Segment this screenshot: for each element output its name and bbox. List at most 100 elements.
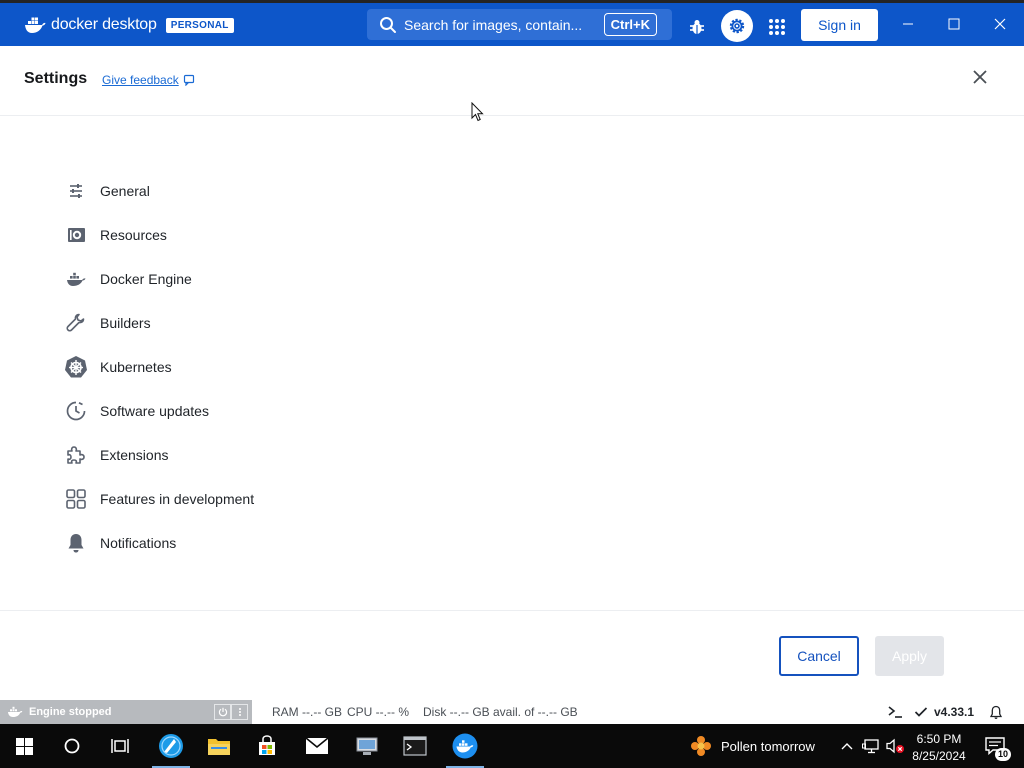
browser-app-icon (159, 734, 183, 758)
sliders-icon (62, 177, 90, 205)
action-center-button[interactable]: 10 (980, 724, 1012, 768)
notifications-button[interactable] (988, 704, 1004, 720)
taskbar-app-file-explorer[interactable] (196, 724, 242, 768)
kubernetes-helm-icon (62, 353, 90, 381)
maximize-icon (948, 18, 960, 30)
close-window-button[interactable] (989, 13, 1011, 35)
footer-divider (0, 610, 1024, 611)
brand-name: docker desktop (51, 16, 157, 33)
plan-badge: PERSONAL (165, 17, 234, 33)
weather-widget-icon[interactable] (688, 724, 714, 768)
weather-widget-text[interactable]: Pollen tomorrow (721, 739, 815, 754)
extensions-grid-button[interactable] (766, 16, 788, 38)
docker-whale-icon (8, 706, 23, 717)
engine-controls (214, 704, 248, 720)
give-feedback-label: Give feedback (102, 73, 179, 87)
network-icon (862, 739, 879, 754)
nav-item-features-in-development[interactable]: Features in development (62, 484, 322, 514)
nav-item-resources[interactable]: Resources (62, 220, 322, 250)
nav-label: Builders (100, 315, 151, 331)
start-button[interactable] (0, 724, 48, 768)
clock-date[interactable]: 8/25/2024 (910, 749, 968, 763)
search-taskbar-button[interactable] (48, 724, 96, 768)
nav-item-extensions[interactable]: Extensions (62, 440, 322, 470)
terminal-app-icon (403, 736, 427, 756)
cancel-button[interactable]: Cancel (779, 636, 859, 676)
clock-update-icon (62, 397, 90, 425)
header-divider (0, 115, 1024, 116)
minimize-button[interactable] (897, 13, 919, 35)
folder-icon (208, 739, 230, 755)
taskbar-app-browser[interactable] (148, 724, 194, 768)
chevron-up-icon (841, 743, 853, 750)
bell-icon (989, 705, 1003, 719)
nav-label: Kubernetes (100, 359, 172, 375)
show-hidden-icons-button[interactable] (838, 724, 856, 768)
bug-icon (690, 20, 704, 34)
nav-label: Features in development (100, 491, 255, 507)
resources-disk-icon (62, 221, 90, 249)
gear-icon (729, 18, 745, 34)
nav-label: Extensions (100, 447, 169, 463)
nav-label: Notifications (100, 535, 177, 551)
nav-item-kubernetes[interactable]: Kubernetes (62, 352, 322, 382)
task-view-icon (111, 739, 129, 753)
nav-label: General (100, 183, 150, 199)
nav-label: Docker Engine (100, 271, 192, 287)
task-view-button[interactable] (96, 724, 144, 768)
engine-power-button[interactable] (214, 704, 231, 720)
nav-label: Resources (100, 227, 167, 243)
nav-item-builders[interactable]: Builders (62, 308, 322, 338)
power-icon (218, 707, 227, 717)
mail-icon (305, 737, 329, 754)
status-bar: Engine stopped RAM --.-- GB CPU --.-- % … (0, 700, 1024, 724)
taskbar-app-docker-desktop[interactable] (442, 724, 488, 768)
troubleshoot-bug-button[interactable] (686, 16, 708, 38)
close-icon (994, 18, 1006, 30)
nav-label: Software updates (100, 403, 209, 419)
os-taskbar: Pollen tomorrow 6:50 PM 8/25/2024 10 (0, 724, 1024, 768)
volume-tray-button[interactable] (884, 724, 906, 768)
give-feedback-link[interactable]: Give feedback (102, 73, 195, 87)
cortana-circle-icon (64, 738, 80, 754)
search-icon (380, 16, 396, 33)
close-settings-button[interactable] (970, 67, 990, 87)
docker-whale-icon (25, 17, 46, 33)
checkmark-icon (914, 707, 928, 717)
maximize-button[interactable] (943, 13, 965, 35)
engine-status[interactable]: Engine stopped (0, 700, 252, 724)
nav-item-docker-engine[interactable]: Docker Engine (62, 264, 322, 294)
bell-icon (62, 529, 90, 557)
network-tray-button[interactable] (860, 724, 882, 768)
clock-time[interactable]: 6:50 PM (914, 732, 964, 746)
app-header: docker desktop PERSONAL Search for image… (0, 0, 1024, 46)
settings-button[interactable] (721, 10, 753, 42)
wrench-icon (62, 309, 90, 337)
taskbar-app-terminal[interactable] (392, 724, 438, 768)
nav-item-notifications[interactable]: Notifications (62, 528, 322, 558)
puzzle-icon (62, 441, 90, 469)
apply-button[interactable]: Apply (875, 636, 944, 676)
terminal-button[interactable] (886, 704, 904, 720)
nav-item-software-updates[interactable]: Software updates (62, 396, 322, 426)
close-icon (973, 70, 987, 84)
speaker-muted-icon (886, 738, 904, 754)
taskbar-app-system[interactable] (344, 724, 390, 768)
store-bag-icon (259, 735, 275, 755)
app-version[interactable]: v4.33.1 (934, 705, 974, 719)
grid-squares-icon (62, 485, 90, 513)
ram-usage: RAM --.-- GB (272, 705, 342, 719)
up-to-date-indicator (914, 705, 928, 719)
search-bar[interactable]: Search for images, contain... Ctrl+K (367, 9, 672, 40)
engine-menu-button[interactable] (231, 704, 248, 720)
pollen-flower-icon (691, 736, 711, 756)
more-vertical-icon (238, 708, 241, 716)
docker-logo: docker desktop PERSONAL (24, 14, 234, 36)
sign-in-button[interactable]: Sign in (801, 9, 878, 41)
search-shortcut: Ctrl+K (603, 13, 657, 36)
taskbar-app-mail[interactable] (294, 724, 340, 768)
taskbar-app-store[interactable] (244, 724, 290, 768)
nav-item-general[interactable]: General (62, 176, 322, 206)
engine-status-text: Engine stopped (29, 706, 112, 718)
page-title: Settings (24, 70, 88, 87)
